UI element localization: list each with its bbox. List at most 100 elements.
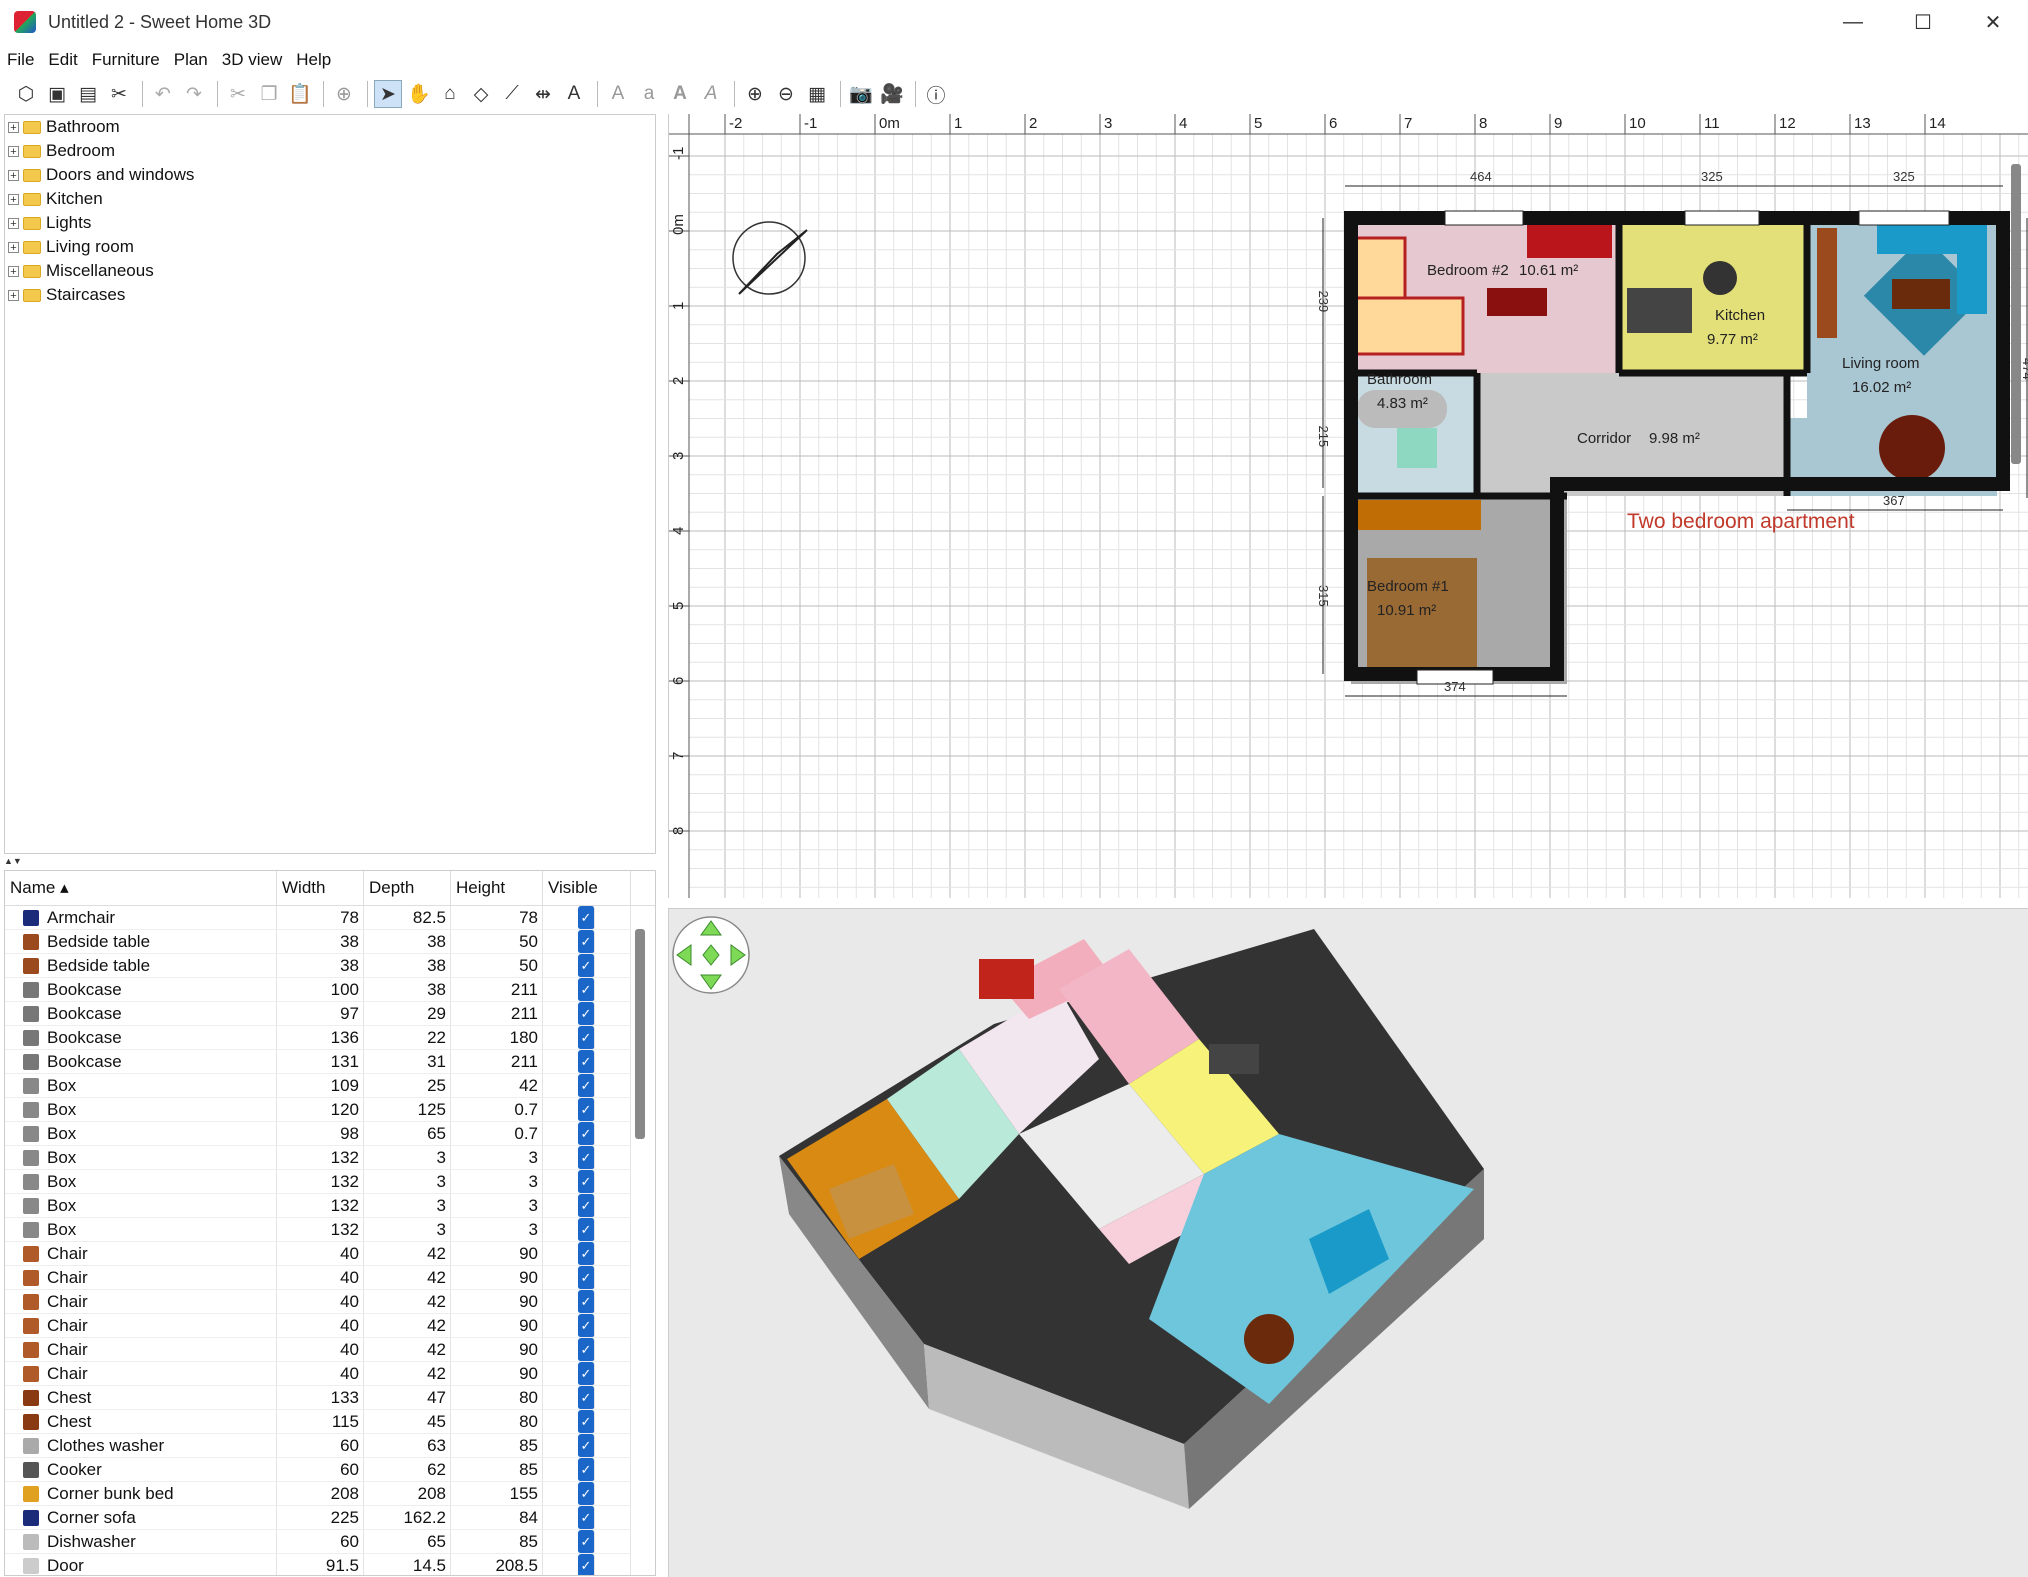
table-row[interactable]: Bookcase 100 38 211 ✓ (5, 977, 655, 1002)
pan-mode-icon[interactable]: ✋ (405, 80, 433, 108)
table-row[interactable]: Dishwasher 60 65 85 ✓ (5, 1529, 655, 1554)
italic-icon[interactable]: A (697, 80, 725, 108)
table-row[interactable]: Cooker 60 62 85 ✓ (5, 1457, 655, 1482)
vertical-splitter[interactable] (658, 114, 666, 1576)
visible-checkbox[interactable]: ✓ (578, 1385, 595, 1410)
catalog-category-doors-and-windows[interactable]: + Doors and windows (5, 163, 655, 187)
table-row[interactable]: Box 98 65 0.7 ✓ (5, 1121, 655, 1146)
table-row[interactable]: Box 132 3 3 ✓ (5, 1217, 655, 1242)
catalog-category-bedroom[interactable]: + Bedroom (5, 139, 655, 163)
table-row[interactable]: Bedside table 38 38 50 ✓ (5, 929, 655, 954)
help-icon[interactable]: ⓘ (922, 80, 950, 108)
visible-checkbox[interactable]: ✓ (578, 1313, 595, 1338)
menu-furniture[interactable]: Furniture (85, 50, 167, 70)
table-row[interactable]: Box 120 125 0.7 ✓ (5, 1097, 655, 1122)
column-visible[interactable]: Visible (543, 871, 631, 905)
table-scrollbar[interactable] (635, 929, 645, 1139)
increase-text-icon[interactable]: A (604, 80, 632, 108)
3d-canvas[interactable] (669, 909, 2028, 1577)
table-row[interactable]: Box 109 25 42 ✓ (5, 1073, 655, 1098)
table-row[interactable]: Chair 40 42 90 ✓ (5, 1337, 655, 1362)
expand-icon[interactable]: + (8, 145, 19, 157)
visible-checkbox[interactable]: ✓ (578, 1457, 595, 1482)
column-width[interactable]: Width (277, 871, 364, 905)
visible-checkbox[interactable]: ✓ (578, 1121, 595, 1146)
visible-checkbox[interactable]: ✓ (578, 1097, 595, 1122)
paste-icon[interactable]: 📋 (286, 80, 314, 108)
cut-tools-icon[interactable]: ✂ (105, 80, 133, 108)
decrease-text-icon[interactable]: a (635, 80, 663, 108)
table-row[interactable]: Door 91.5 14.5 208.5 ✓ (5, 1553, 655, 1575)
save-icon[interactable]: ▤ (74, 80, 102, 108)
expand-icon[interactable]: + (8, 241, 19, 253)
zoom-in-icon[interactable]: ⊕ (741, 80, 769, 108)
table-row[interactable]: Box 132 3 3 ✓ (5, 1169, 655, 1194)
menu-help[interactable]: Help (289, 50, 338, 70)
menu-plan[interactable]: Plan (167, 50, 215, 70)
visible-checkbox[interactable]: ✓ (578, 1529, 595, 1554)
table-row[interactable]: Chest 133 47 80 ✓ (5, 1385, 655, 1410)
catalog-category-living-room[interactable]: + Living room (5, 235, 655, 259)
visible-checkbox[interactable]: ✓ (578, 1049, 595, 1074)
zoom-out-icon[interactable]: ⊖ (772, 80, 800, 108)
redo-icon[interactable]: ↷ (180, 80, 208, 108)
table-row[interactable]: Chair 40 42 90 ✓ (5, 1265, 655, 1290)
create-photo-icon[interactable]: 📷 (847, 80, 875, 108)
visible-checkbox[interactable]: ✓ (578, 905, 595, 930)
table-row[interactable]: Clothes washer 60 63 85 ✓ (5, 1433, 655, 1458)
expand-icon[interactable]: + (8, 121, 19, 133)
expand-icon[interactable]: + (8, 193, 19, 205)
table-row[interactable]: Bedside table 38 38 50 ✓ (5, 953, 655, 978)
column-height[interactable]: Height (451, 871, 543, 905)
create-dimensions-icon[interactable]: ⇹ (529, 80, 557, 108)
menu-file[interactable]: File (0, 50, 41, 70)
visible-checkbox[interactable]: ✓ (578, 1001, 595, 1026)
table-row[interactable]: Corner sofa 225 162.2 84 ✓ (5, 1505, 655, 1530)
new-home-icon[interactable]: ⬡ (12, 80, 40, 108)
visible-checkbox[interactable]: ✓ (578, 1241, 595, 1266)
plan-canvas[interactable]: -2 -1 0m 1 2 3 4 5 6 7 8 9 10 11 12 13 14-10m12345678Bed… (669, 114, 2028, 898)
table-row[interactable]: Chair 40 42 90 ✓ (5, 1313, 655, 1338)
menu-edit[interactable]: Edit (41, 50, 84, 70)
expand-icon[interactable]: + (8, 169, 19, 181)
visible-checkbox[interactable]: ✓ (578, 1409, 595, 1434)
visible-checkbox[interactable]: ✓ (578, 1193, 595, 1218)
add-text-icon[interactable]: A (560, 80, 588, 108)
visible-checkbox[interactable]: ✓ (578, 929, 595, 954)
create-polylines-icon[interactable]: ⟋ (498, 80, 526, 108)
visible-checkbox[interactable]: ✓ (578, 1073, 595, 1098)
navigation-arrows[interactable] (672, 916, 750, 994)
visible-checkbox[interactable]: ✓ (578, 1337, 595, 1362)
visible-checkbox[interactable]: ✓ (578, 953, 595, 978)
copy-icon[interactable]: ❐ (255, 80, 283, 108)
visible-checkbox[interactable]: ✓ (578, 1481, 595, 1506)
create-rooms-icon[interactable]: ◇ (467, 80, 495, 108)
visible-checkbox[interactable]: ✓ (578, 1553, 595, 1575)
expand-icon[interactable]: + (8, 289, 19, 301)
create-video-icon[interactable]: 🎥 (878, 80, 906, 108)
table-row[interactable]: Chair 40 42 90 ✓ (5, 1361, 655, 1386)
plan-view[interactable]: -2 -1 0m 1 2 3 4 5 6 7 8 9 10 11 12 13 14 -1 0m 1 2 3 4 5 6 7 8 Bed… (668, 114, 2028, 898)
visible-checkbox[interactable]: ✓ (578, 1433, 595, 1458)
table-row[interactable]: Chest 115 45 80 ✓ (5, 1409, 655, 1434)
visible-checkbox[interactable]: ✓ (578, 1217, 595, 1242)
table-row[interactable]: Bookcase 131 31 211 ✓ (5, 1049, 655, 1074)
import-plan-icon[interactable]: ▦ (803, 80, 831, 108)
visible-checkbox[interactable]: ✓ (578, 1145, 595, 1170)
3d-view[interactable] (668, 908, 2028, 1577)
table-row[interactable]: Bookcase 97 29 211 ✓ (5, 1001, 655, 1026)
catalog-category-bathroom[interactable]: + Bathroom (5, 115, 655, 139)
table-row[interactable]: Chair 40 42 90 ✓ (5, 1241, 655, 1266)
close-button[interactable]: ✕ (1958, 0, 2028, 44)
column-depth[interactable]: Depth (364, 871, 451, 905)
table-row[interactable]: Box 132 3 3 ✓ (5, 1193, 655, 1218)
add-furniture-icon[interactable]: ⊕ (330, 80, 358, 108)
visible-checkbox[interactable]: ✓ (578, 1169, 595, 1194)
select-mode-icon[interactable]: ➤ (374, 80, 402, 108)
catalog-category-kitchen[interactable]: + Kitchen (5, 187, 655, 211)
expand-icon[interactable]: + (8, 265, 19, 277)
catalog-splitter[interactable]: ▲▼ (4, 856, 656, 866)
maximize-button[interactable]: ☐ (1888, 0, 1958, 44)
table-row[interactable]: Box 132 3 3 ✓ (5, 1145, 655, 1170)
visible-checkbox[interactable]: ✓ (578, 1289, 595, 1314)
